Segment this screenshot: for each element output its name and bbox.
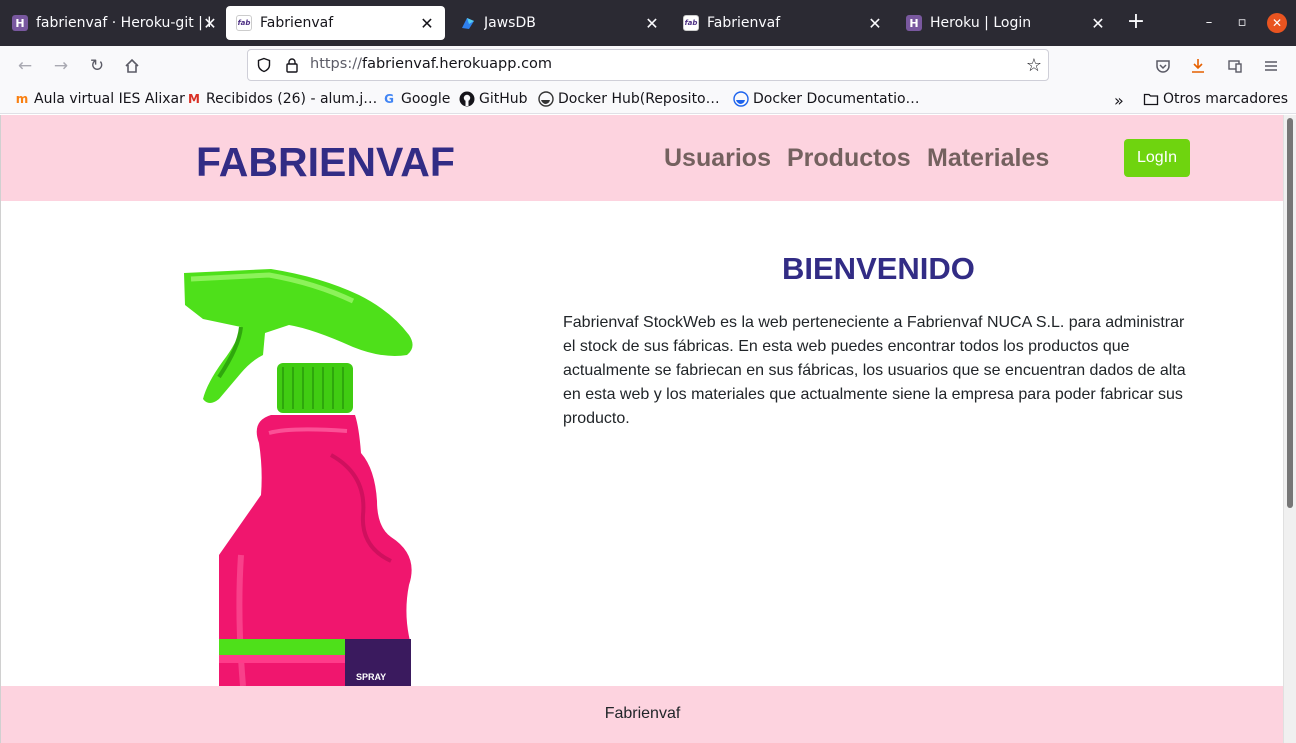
site-header: FABRIENVAF Usuarios Productos Materiales…: [1, 115, 1283, 201]
close-icon[interactable]: ✕: [867, 14, 883, 33]
nav-materiales-link[interactable]: Materiales: [927, 144, 1049, 173]
tab-fabrienvaf-active[interactable]: fab Fabrienvaf ✕: [226, 6, 445, 40]
folder-icon: [1143, 91, 1159, 107]
minimize-button[interactable]: –: [1199, 13, 1219, 33]
tab-title: Heroku | Login: [930, 15, 1032, 31]
login-button[interactable]: LogIn: [1124, 139, 1190, 177]
bookmark-docker-hub[interactable]: Docker Hub(Reposito…: [538, 91, 720, 107]
fabrienvaf-icon: fab: [683, 15, 699, 31]
shield-icon[interactable]: [256, 57, 272, 73]
url-bar[interactable]: https://fabrienvaf.herokuapp.com ☆: [247, 49, 1049, 81]
description-paragraph: Fabrienvaf StockWeb es la web pertenecie…: [563, 314, 1186, 427]
downloads-button[interactable]: [1186, 54, 1210, 78]
close-icon[interactable]: ✕: [419, 14, 435, 33]
home-button[interactable]: [120, 54, 144, 78]
docker-icon: [538, 91, 554, 107]
navigation-toolbar: ← → ↻ https://fabrienvaf.herokuapp.com ☆: [0, 46, 1296, 86]
page-scrollbar[interactable]: [1283, 115, 1296, 743]
bookmark-gmail[interactable]: M Recibidos (26) - alum.j…: [186, 91, 377, 107]
lock-icon[interactable]: [284, 57, 300, 73]
bookmark-label: GitHub: [479, 91, 528, 107]
github-icon: [459, 91, 475, 107]
footer-text: Fabrienvaf: [604, 705, 681, 722]
download-icon: [1192, 59, 1204, 73]
tab-title: Fabrienvaf: [260, 15, 334, 31]
url-text[interactable]: https://fabrienvaf.herokuapp.com: [310, 56, 552, 72]
welcome-title: BIENVENIDO: [782, 251, 975, 286]
bookmark-other-folder[interactable]: Otros marcadores: [1143, 91, 1288, 107]
bookmarks-toolbar: m Aula virtual IES Alixar M Recibidos (2…: [0, 86, 1296, 114]
bookmark-aula-virtual[interactable]: m Aula virtual IES Alixar: [14, 91, 185, 107]
back-button[interactable]: ←: [13, 54, 37, 78]
tab-title: JawsDB: [484, 15, 536, 31]
window-close-button[interactable]: ✕: [1267, 13, 1287, 33]
nav-usuarios-link[interactable]: Usuarios: [664, 144, 771, 173]
bookmark-label: Aula virtual IES Alixar: [34, 91, 185, 107]
nav-productos-link[interactable]: Productos: [787, 144, 911, 173]
home-icon: [125, 58, 139, 73]
spray-label-text: SPRAY: [356, 672, 387, 682]
bookmark-label: Docker Documentatio…: [753, 91, 920, 107]
close-icon[interactable]: ✕: [644, 14, 660, 33]
synced-tabs-button[interactable]: [1223, 54, 1247, 78]
google-icon: G: [384, 92, 394, 106]
tab-close-button[interactable]: ✕: [196, 6, 220, 40]
maximize-button[interactable]: ▫: [1232, 13, 1252, 33]
close-icon[interactable]: ✕: [1090, 14, 1106, 33]
bookmark-google[interactable]: G Google: [381, 91, 450, 107]
tab-jawsdb[interactable]: JawsDB ✕: [450, 6, 670, 40]
bookmark-github[interactable]: GitHub: [459, 91, 528, 107]
tab-title: fabrienvaf · Heroku-git | H: [36, 15, 210, 31]
bookmark-docker-docs[interactable]: Docker Documentatio…: [733, 91, 920, 107]
pocket-icon: [1156, 60, 1170, 73]
tab-title: Fabrienvaf: [707, 15, 781, 31]
url-host: fabrienvaf.herokuapp.com: [361, 56, 553, 72]
fabrienvaf-icon: fab: [236, 15, 252, 31]
spray-bottle-image: [184, 269, 413, 686]
scrollbar-thumb[interactable]: [1287, 118, 1293, 508]
pocket-button[interactable]: [1151, 54, 1175, 78]
site-footer: Fabrienvaf: [1, 686, 1283, 743]
close-icon: ✕: [203, 13, 217, 33]
heroku-icon: H: [906, 15, 922, 31]
bookmark-label: Google: [401, 91, 451, 107]
url-protocol: https://: [310, 56, 362, 72]
docker-icon: [733, 91, 749, 107]
bookmark-star-icon[interactable]: ☆: [1026, 55, 1042, 76]
hamburger-menu-icon: [1265, 61, 1277, 71]
moodle-icon: m: [15, 92, 29, 106]
forward-button[interactable]: →: [49, 54, 73, 78]
tab-strip: H fabrienvaf · Heroku-git | H ✕ fab Fabr…: [0, 0, 1296, 46]
app-menu-button[interactable]: [1259, 54, 1283, 78]
bookmarks-overflow-button[interactable]: »: [1114, 91, 1124, 110]
bookmark-label: Otros marcadores: [1163, 91, 1289, 107]
site-brand[interactable]: FABRIENVAF: [196, 139, 455, 186]
gmail-icon: M: [188, 92, 200, 106]
bookmark-label: Recibidos (26) - alum.j…: [206, 91, 378, 107]
reload-button[interactable]: ↻: [85, 54, 109, 78]
heroku-icon: H: [12, 15, 28, 31]
synced-tabs-icon: [1228, 60, 1242, 73]
tab-fabrienvaf-2[interactable]: fab Fabrienvaf ✕: [673, 6, 893, 40]
bookmark-label: Docker Hub(Reposito…: [558, 91, 720, 107]
web-page: FABRIENVAF Usuarios Productos Materiales…: [0, 115, 1283, 743]
tab-heroku-git[interactable]: H fabrienvaf · Heroku-git | H: [2, 6, 220, 40]
new-tab-button[interactable]: +: [1124, 11, 1148, 35]
chevron-double-right-icon: »: [1114, 91, 1124, 110]
jawsdb-icon: [460, 15, 476, 31]
tab-heroku-login[interactable]: H Heroku | Login ✕: [896, 6, 1116, 40]
